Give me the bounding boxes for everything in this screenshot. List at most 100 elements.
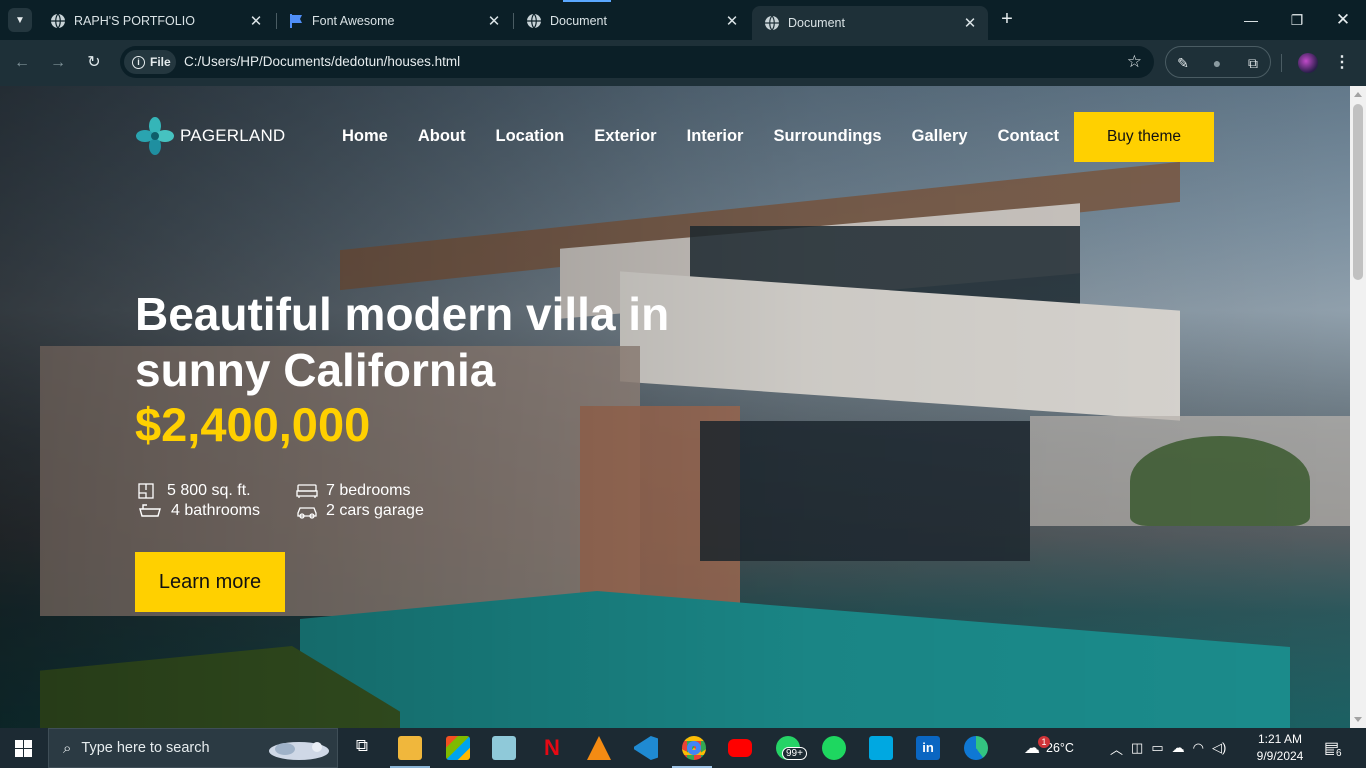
page-scrollbar[interactable] [1350,86,1366,728]
scroll-up-arrow-icon[interactable] [1354,92,1362,97]
back-button[interactable]: ← [11,52,33,74]
nav-home[interactable]: Home [342,127,388,146]
nav-contact[interactable]: Contact [998,127,1059,146]
chrome-icon[interactable] [682,736,706,760]
clock[interactable]: 1:21 AM 9/9/2024 [1252,731,1308,765]
battery-icon[interactable]: ▭ [1151,740,1163,756]
logo-text: PAGERLAND [180,126,286,145]
taskbar-search-placeholder: Type here to search [81,740,210,756]
kebab-menu-icon[interactable]: ⋮ [1334,52,1350,72]
scrollbar-thumb[interactable] [1353,104,1363,280]
tab-raphs-portfolio[interactable]: RAPH'S PORTFOLIO ✕ [38,6,274,36]
nav-about[interactable]: About [418,127,466,146]
meet-now-icon[interactable]: ◫ [1131,740,1143,756]
tab-close-icon[interactable]: ✕ [960,14,980,32]
close-window-button[interactable]: ✕ [1320,0,1366,40]
weather-widget[interactable]: ☁ 26°C [1024,728,1074,768]
linkedin-icon[interactable]: in [916,736,940,760]
learn-more-button[interactable]: Learn more [135,552,285,612]
vscode-icon[interactable] [634,736,658,760]
profile-avatar[interactable] [1298,53,1318,73]
search-highlight-illustration [269,742,329,760]
clock-date: 9/9/2024 [1256,749,1304,763]
tab-close-icon[interactable]: ✕ [722,12,742,30]
wifi-icon[interactable]: ◠ [1193,740,1204,756]
bed-icon [296,484,318,498]
puzzle-icon[interactable]: ⧉ [1244,54,1262,72]
tab-search-button[interactable]: ▼ [8,8,32,32]
onedrive-icon[interactable]: ☁ [1172,740,1185,756]
url-text[interactable]: C:/Users/HP/Documents/dedotun/houses.htm… [184,54,460,69]
forward-button[interactable]: → [47,52,69,74]
nav-location[interactable]: Location [496,127,565,146]
nav-gallery[interactable]: Gallery [912,127,968,146]
nav-interior[interactable]: Interior [687,127,744,146]
nav-exterior[interactable]: Exterior [594,127,656,146]
site-info-chip[interactable]: i File [124,50,176,74]
search-icon: ⌕ [63,739,72,757]
restore-button[interactable]: ❐ [1274,0,1320,40]
prime-video-icon[interactable] [869,736,893,760]
tab-title: Document [550,14,607,28]
scheme-label: File [150,55,171,69]
netflix-icon[interactable]: N [540,736,564,760]
car-icon [297,507,317,519]
site-logo[interactable]: PAGERLAND [136,116,285,156]
taskbar-search[interactable]: ⌕ Type here to search [48,728,338,768]
volume-icon[interactable]: ◁) [1212,740,1226,756]
tab-close-icon[interactable]: ✕ [246,12,266,30]
windows-taskbar: ⌕ Type here to search ⧉ N 99+ in ☁ 26°C … [0,728,1366,768]
microsoft-store-icon[interactable] [446,736,470,760]
info-icon: i [132,55,145,69]
notepad-icon[interactable] [492,736,516,760]
tab-loading-accent [563,0,611,2]
tab-strip: ▼ RAPH'S PORTFOLIO ✕ Font Awesome ✕ Docu… [0,0,1366,40]
address-bar[interactable]: i File C:/Users/HP/Documents/dedotun/hou… [120,46,1154,78]
scroll-down-arrow-icon[interactable] [1354,717,1362,722]
globe-icon [765,15,779,31]
feature-area: 5 800 sq. ft. [137,482,251,500]
edge-icon[interactable] [964,736,988,760]
tab-font-awesome[interactable]: Font Awesome ✕ [276,6,512,36]
feature-garage: 2 cars garage [296,502,424,520]
eyedropper-icon[interactable]: ✎ [1174,54,1192,72]
tab-document-2-active[interactable]: Document ✕ [752,6,988,40]
main-nav: Home About Location Exterior Interior Su… [342,127,1059,146]
new-tab-button[interactable]: + [996,8,1018,30]
minimize-button[interactable]: — [1228,0,1274,40]
feature-bathrooms: 4 bathrooms [137,502,260,520]
page-viewport: PAGERLAND Home About Location Exterior I… [0,86,1350,728]
tab-document-1[interactable]: Document ✕ [514,6,750,36]
chevron-down-icon: ▼ [15,14,25,26]
whatsapp-badge: 99+ [782,747,807,760]
browser-toolbar: ← → ↻ i File C:/Users/HP/Documents/dedot… [0,40,1366,86]
vlc-icon[interactable] [587,736,611,760]
feature-bedrooms-label: 7 bedrooms [326,482,411,499]
windows-start-icon[interactable] [15,740,32,757]
system-tray: ︿ ◫ ▭ ☁ ◠ ◁) [1110,728,1226,768]
globe-icon [51,13,65,29]
tab-title: Font Awesome [312,14,395,28]
clock-time: 1:21 AM [1257,732,1303,746]
weather-badge: 1 [1038,736,1050,748]
chevron-up-icon[interactable]: ︿ [1110,739,1123,758]
task-view-icon[interactable]: ⧉ [350,736,374,760]
tab-title: RAPH'S PORTFOLIO [74,14,195,28]
logo-mark-icon [136,117,174,155]
tab-close-icon[interactable]: ✕ [484,12,504,30]
weather-temp: 26°C [1046,741,1074,755]
spotify-icon[interactable] [822,736,846,760]
bookmark-star-icon[interactable]: ☆ [1127,52,1142,72]
file-explorer-icon[interactable] [398,736,422,760]
price: $2,400,000 [135,398,371,451]
extension-icon[interactable]: ● [1208,54,1226,72]
reload-button[interactable]: ↻ [83,52,105,74]
tab-title: Document [788,16,845,30]
feature-area-label: 5 800 sq. ft. [167,482,251,499]
notification-count: 6 [1334,748,1344,759]
toolbar-separator [1281,54,1282,72]
buy-theme-button[interactable]: Buy theme [1074,112,1214,162]
nav-surroundings[interactable]: Surroundings [773,127,881,146]
youtube-icon[interactable] [728,739,752,757]
floor-plan-icon [138,483,154,499]
